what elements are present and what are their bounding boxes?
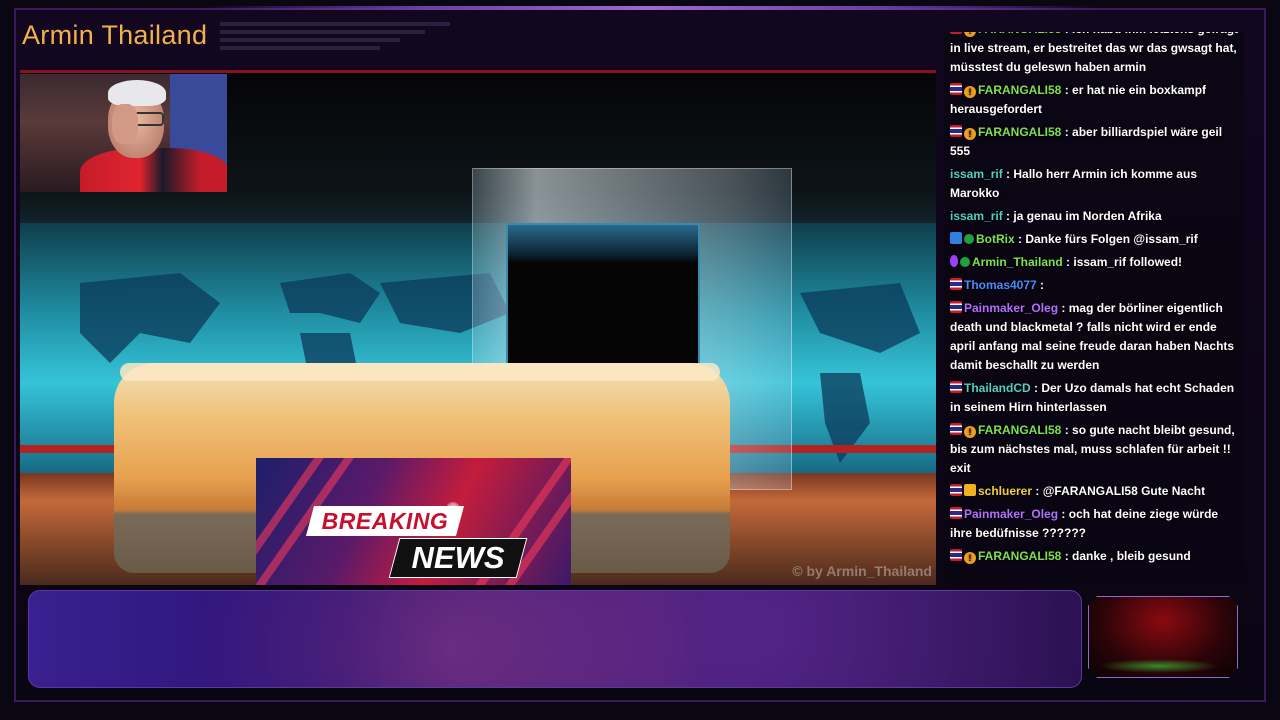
- flag-badge-icon: [950, 381, 962, 393]
- secondary-camera-box: [1088, 596, 1238, 678]
- purple-badge-icon: [950, 255, 958, 267]
- chat-message: schluerer : @FARANGALI58 Gute Nacht: [950, 482, 1240, 501]
- flag-badge-icon: [950, 423, 962, 435]
- chat-message: ! FARANGALI58 : aber billiardspiel wäre g…: [950, 123, 1240, 161]
- breaking-news-graphic: BREAKING NEWS: [256, 458, 571, 585]
- chat-message: ThailandCD : Der Uzo damals hat echt Sch…: [950, 379, 1240, 417]
- title-decoration: [220, 22, 450, 54]
- watermark: © by Armin_Thailand: [792, 563, 932, 579]
- chat-username[interactable]: FARANGALI58: [978, 423, 1061, 437]
- chat-message: Painmaker_Oleg : och hat deine ziege wür…: [950, 505, 1240, 543]
- warn-badge-icon: !: [964, 32, 976, 37]
- chat-text: :: [1040, 278, 1045, 292]
- chat-username[interactable]: Painmaker_Oleg: [964, 507, 1058, 521]
- chat-username[interactable]: issam_rif: [950, 209, 1003, 223]
- warn-badge-icon: !: [964, 426, 976, 438]
- chat-text: : Danke fürs Folgen @issam_rif: [1018, 232, 1198, 246]
- bolt-badge-icon: [950, 232, 962, 244]
- warn-badge-icon: !: [964, 552, 976, 564]
- flag-badge-icon: [950, 83, 962, 95]
- webcam-feed: [20, 74, 227, 192]
- check-badge-icon: [964, 234, 974, 244]
- chat-message: ! FARANGALI58 : er hat nie ein boxkampf h…: [950, 81, 1240, 119]
- chat-username[interactable]: Painmaker_Oleg: [964, 301, 1058, 315]
- bottom-banner: [28, 590, 1082, 688]
- news-desk-top: [120, 363, 720, 381]
- chat-message-list: !FARANGALI58 : ich habd ihm letztens gef…: [944, 32, 1244, 570]
- chat-message: Thomas4077 :: [950, 276, 1240, 295]
- chat-message: Painmaker_Oleg : mag der börliner eigent…: [950, 299, 1240, 375]
- warn-badge-icon: !: [964, 128, 976, 140]
- chat-message: BotRix : Danke fürs Folgen @issam_rif: [950, 230, 1240, 249]
- flag-badge-icon: [950, 507, 962, 519]
- chat-username[interactable]: FARANGALI58: [978, 32, 1061, 36]
- flag-badge-icon: [950, 301, 962, 313]
- news-label: NEWS: [411, 540, 505, 575]
- flag-badge-icon: [950, 549, 962, 561]
- chat-message: ! FARANGALI58 : danke , bleib gesund: [950, 547, 1240, 566]
- chat-text: : @FARANGALI58 Gute Nacht: [1035, 484, 1206, 498]
- chat-text: : ich habd ihm letztens gefragt in live …: [950, 32, 1238, 74]
- chat-message: ! FARANGALI58 : so gute nacht bleibt gesu…: [950, 421, 1240, 478]
- chat-text: : issam_rif followed!: [1066, 255, 1183, 269]
- chat-username[interactable]: Armin_Thailand: [972, 255, 1063, 269]
- flag-badge-icon: [950, 125, 962, 137]
- chat-username[interactable]: Thomas4077: [964, 278, 1037, 292]
- flag-badge-icon: [950, 484, 962, 496]
- crown-badge-icon: [964, 484, 976, 496]
- chat-text: : ja genau im Norden Afrika: [1006, 209, 1162, 223]
- chat-message: Armin_Thailand : issam_rif followed!: [950, 253, 1240, 272]
- frame-glow: [200, 6, 1100, 10]
- breaking-label-box: BREAKING: [305, 506, 465, 536]
- chat-username[interactable]: issam_rif: [950, 167, 1003, 181]
- breaking-label: BREAKING: [321, 508, 449, 534]
- chat-message: !FARANGALI58 : ich habd ihm letztens gef…: [950, 32, 1240, 77]
- chat-username[interactable]: BotRix: [976, 232, 1015, 246]
- check-badge-icon: [960, 257, 970, 267]
- warn-badge-icon: !: [964, 86, 976, 98]
- channel-title: Armin Thailand: [22, 20, 208, 50]
- chat-username[interactable]: ThailandCD: [964, 381, 1031, 395]
- flag-badge-icon: [950, 32, 962, 34]
- chat-username[interactable]: FARANGALI58: [978, 125, 1061, 139]
- chat-panel: !FARANGALI58 : ich habd ihm letztens gef…: [944, 32, 1244, 582]
- chat-message: issam_rif : Hallo herr Armin ich komme a…: [950, 165, 1240, 203]
- chat-username[interactable]: FARANGALI58: [978, 549, 1061, 563]
- chat-username[interactable]: schluerer: [978, 484, 1032, 498]
- flag-badge-icon: [950, 278, 962, 290]
- studio-monitor: [506, 223, 700, 377]
- chat-username[interactable]: FARANGALI58: [978, 83, 1061, 97]
- chat-text: : danke , bleib gesund: [1064, 549, 1191, 563]
- sparkle-icon: [446, 502, 460, 516]
- chat-message: issam_rif : ja genau im Norden Afrika: [950, 207, 1240, 226]
- news-label-box: NEWS: [388, 538, 528, 578]
